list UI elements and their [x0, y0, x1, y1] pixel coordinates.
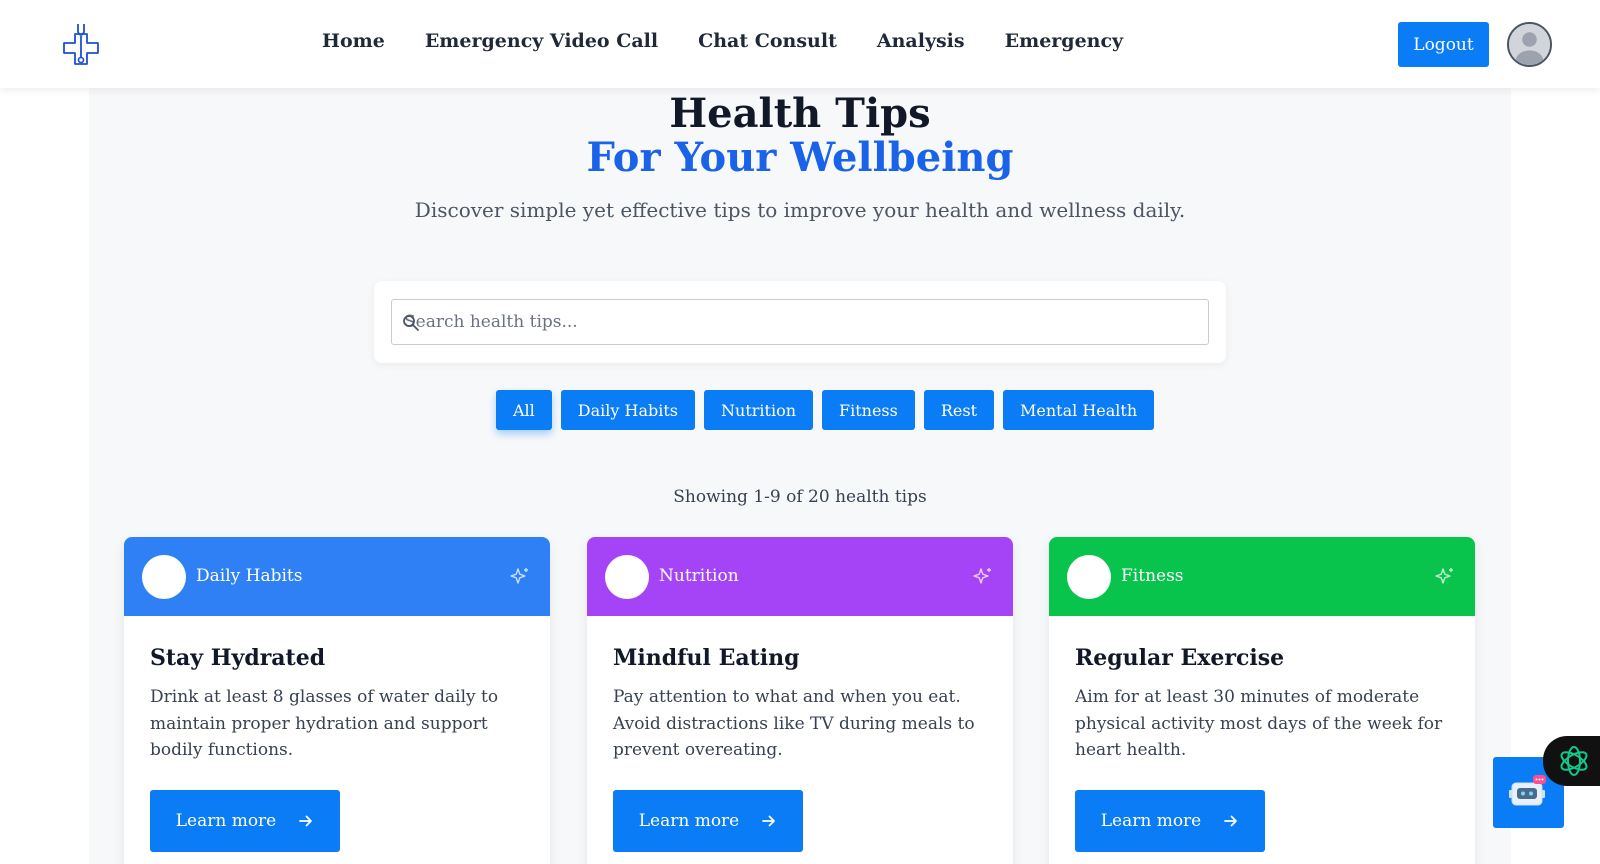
nav-chat-consult[interactable]: Chat Consult — [698, 30, 837, 52]
medical-cross-stethoscope-icon[interactable] — [58, 22, 104, 66]
card-category: Daily Habits — [196, 566, 303, 586]
sparkle-icon — [973, 568, 991, 584]
page-title: Health Tips — [669, 90, 931, 137]
card-header: Daily Habits — [124, 537, 550, 616]
filter-mental-health[interactable]: Mental Health — [1003, 390, 1155, 430]
card-header: Fitness — [1049, 537, 1475, 616]
openai-icon — [1560, 746, 1588, 776]
sparkle-icon — [1435, 568, 1453, 584]
learn-more-button[interactable]: Learn more — [150, 790, 340, 852]
results-count: Showing 1-9 of 20 health tips — [673, 487, 927, 507]
logout-button[interactable]: Logout — [1398, 22, 1489, 67]
learn-more-label: Learn more — [638, 811, 740, 831]
arrow-right-icon — [1224, 815, 1238, 827]
filter-nutrition[interactable]: Nutrition — [704, 390, 813, 430]
card-title: Regular Exercise — [1075, 645, 1285, 671]
tip-card: Nutrition Mindful Eating Pay attention t… — [587, 537, 1013, 864]
learn-more-button[interactable]: Learn more — [613, 790, 803, 852]
card-title: Stay Hydrated — [150, 645, 326, 671]
chatbot-robot-icon — [1509, 775, 1546, 806]
main-nav: Home Emergency Video Call Chat Consult A… — [322, 30, 1123, 52]
filter-rest[interactable]: Rest — [923, 390, 994, 430]
sparkle-icon — [510, 568, 528, 584]
category-badge — [605, 555, 649, 599]
nav-home[interactable]: Home — [322, 30, 385, 52]
category-filters: All Daily Habits Nutrition Fitness Rest … — [496, 390, 1155, 430]
category-badge — [142, 555, 186, 599]
arrow-right-icon — [299, 815, 313, 827]
card-description: Aim for at least 30 minutes of moderate … — [1075, 687, 1443, 760]
user-avatar-icon — [1509, 24, 1550, 65]
filter-fitness[interactable]: Fitness — [822, 390, 915, 430]
learn-more-label: Learn more — [175, 811, 277, 831]
page-subtitle-highlight: For Your Wellbeing — [586, 134, 1014, 181]
card-category: Nutrition — [659, 566, 739, 586]
card-category: Fitness — [1121, 566, 1184, 586]
learn-more-label: Learn more — [1100, 811, 1202, 831]
navbar: Home Emergency Video Call Chat Consult A… — [0, 0, 1600, 88]
page-description: Discover simple yet effective tips to im… — [414, 198, 1186, 222]
ai-assistant-button[interactable] — [1543, 736, 1600, 786]
tip-card: Fitness Regular Exercise Aim for at leas… — [1049, 537, 1475, 864]
tip-card: Daily Habits Stay Hydrated Drink at leas… — [124, 537, 550, 864]
card-title: Mindful Eating — [613, 645, 800, 671]
filter-daily-habits[interactable]: Daily Habits — [560, 390, 696, 430]
nav-analysis[interactable]: Analysis — [877, 30, 965, 52]
category-badge — [1067, 555, 1111, 599]
user-avatar[interactable] — [1507, 22, 1552, 67]
card-description: Pay attention to what and when you eat. … — [613, 687, 975, 760]
search-card — [374, 281, 1226, 363]
search-input[interactable] — [391, 299, 1209, 345]
learn-more-button[interactable]: Learn more — [1075, 790, 1265, 852]
card-description: Drink at least 8 glasses of water daily … — [150, 687, 499, 760]
filter-all[interactable]: All — [496, 390, 552, 430]
nav-emergency-video-call[interactable]: Emergency Video Call — [425, 30, 658, 52]
card-header: Nutrition — [587, 537, 1013, 616]
arrow-right-icon — [762, 815, 776, 827]
nav-emergency[interactable]: Emergency — [1005, 30, 1123, 52]
